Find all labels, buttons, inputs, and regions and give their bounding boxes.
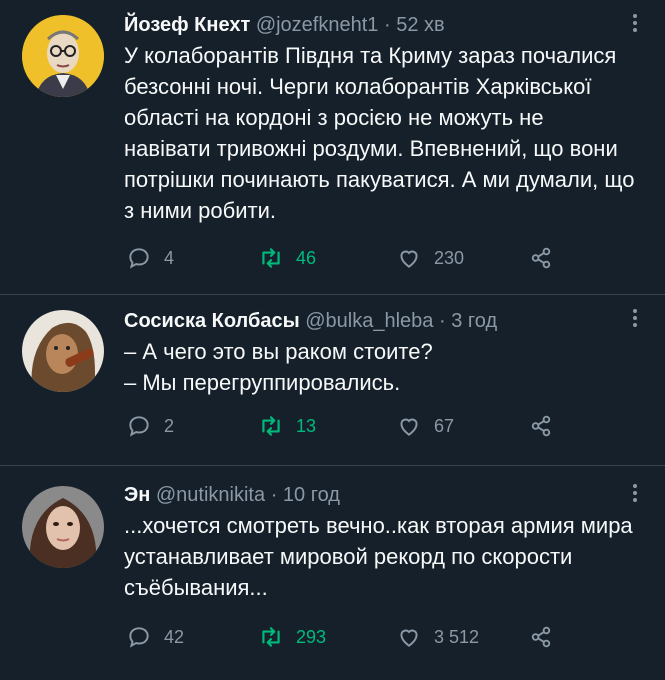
- reply-icon: [129, 248, 149, 269]
- more-icon[interactable]: [631, 484, 639, 505]
- reply-icon: [129, 627, 149, 648]
- share-icon: [531, 415, 551, 437]
- tweet-text: – А чего это вы раком стоите? – Мы перег…: [124, 336, 635, 398]
- author-handle[interactable]: @bulka_hleba: [305, 310, 433, 332]
- more-icon[interactable]: [631, 309, 639, 330]
- reply-button[interactable]: 42: [126, 622, 184, 652]
- like-count: 230: [434, 247, 465, 268]
- share-button[interactable]: [528, 622, 566, 652]
- author-name[interactable]: Йозеф Кнехт: [124, 14, 250, 36]
- tweet-text: ...хочется смотреть вечно..как вторая ар…: [124, 513, 633, 600]
- avatar[interactable]: [22, 486, 104, 568]
- separator: ·: [439, 310, 446, 332]
- author-handle[interactable]: @jozefkneht1: [256, 14, 379, 36]
- like-count: 3 512: [434, 626, 480, 647]
- reply-count: 4: [164, 247, 175, 268]
- reply-count: 2: [164, 415, 175, 436]
- reply-button[interactable]: 2: [126, 411, 174, 441]
- tweet-header: Сосиска Колбасы @bulka_hleba · 3 год: [124, 308, 635, 335]
- retweet-button[interactable]: 293: [258, 622, 326, 652]
- like-button[interactable]: 230: [396, 243, 464, 273]
- tweet-text: У колаборантів Півдня та Криму зараз поч…: [124, 43, 635, 223]
- author-name[interactable]: Сосиска Колбасы: [124, 310, 300, 332]
- tweet-text-line: – Мы перегруппировались.: [124, 370, 401, 395]
- share-icon: [531, 626, 551, 648]
- like-button[interactable]: 3 512: [396, 622, 479, 652]
- more-icon[interactable]: [631, 14, 639, 35]
- separator: ·: [270, 484, 278, 506]
- retweet-count: 293: [296, 626, 327, 647]
- tweet[interactable]: Сосиска Колбасы @bulka_hleba · 3 год – А…: [0, 295, 665, 466]
- timestamp[interactable]: 10 год: [283, 484, 340, 506]
- share-button[interactable]: [528, 411, 566, 441]
- retweet-button[interactable]: 46: [258, 243, 316, 273]
- timestamp[interactable]: 3 год: [451, 310, 497, 332]
- author-name[interactable]: Эн: [124, 484, 150, 506]
- tweet[interactable]: Йозеф Кнехт @jozefkneht1 · 52 хв У колаб…: [0, 0, 665, 295]
- author-handle[interactable]: @nutiknikita: [156, 484, 265, 506]
- like-icon: [400, 418, 418, 436]
- tweet-header: Эн @nutiknikita · 10 год: [124, 482, 635, 509]
- tweet[interactable]: Эн @nutiknikita · 10 год ...хочется смот…: [0, 466, 665, 680]
- tweet-text-line: – А чего это вы раком стоите?: [124, 339, 433, 364]
- retweet-button[interactable]: 13: [258, 411, 316, 441]
- retweet-icon: [262, 248, 280, 268]
- avatar[interactable]: [22, 15, 104, 97]
- retweet-count: 46: [296, 247, 317, 268]
- tweet-actions: 4 46 230: [126, 243, 625, 273]
- share-button[interactable]: [528, 243, 566, 273]
- like-button[interactable]: 67: [396, 411, 454, 441]
- retweet-icon: [262, 627, 280, 647]
- like-icon: [400, 629, 418, 647]
- share-icon: [531, 247, 551, 269]
- like-icon: [400, 250, 418, 268]
- tweet-actions: 2 13 67: [126, 411, 625, 441]
- retweet-count: 13: [296, 415, 317, 436]
- avatar[interactable]: [22, 310, 104, 392]
- separator: ·: [383, 14, 391, 36]
- timestamp[interactable]: 52 хв: [396, 14, 444, 36]
- reply-icon: [129, 416, 149, 437]
- reply-button[interactable]: 4: [126, 243, 174, 273]
- tweet-header: Йозеф Кнехт @jozefkneht1 · 52 хв: [124, 12, 635, 39]
- like-count: 67: [434, 415, 455, 436]
- reply-count: 42: [164, 626, 185, 647]
- tweet-actions: 42 293 3 512: [126, 622, 625, 652]
- retweet-icon: [262, 416, 280, 436]
